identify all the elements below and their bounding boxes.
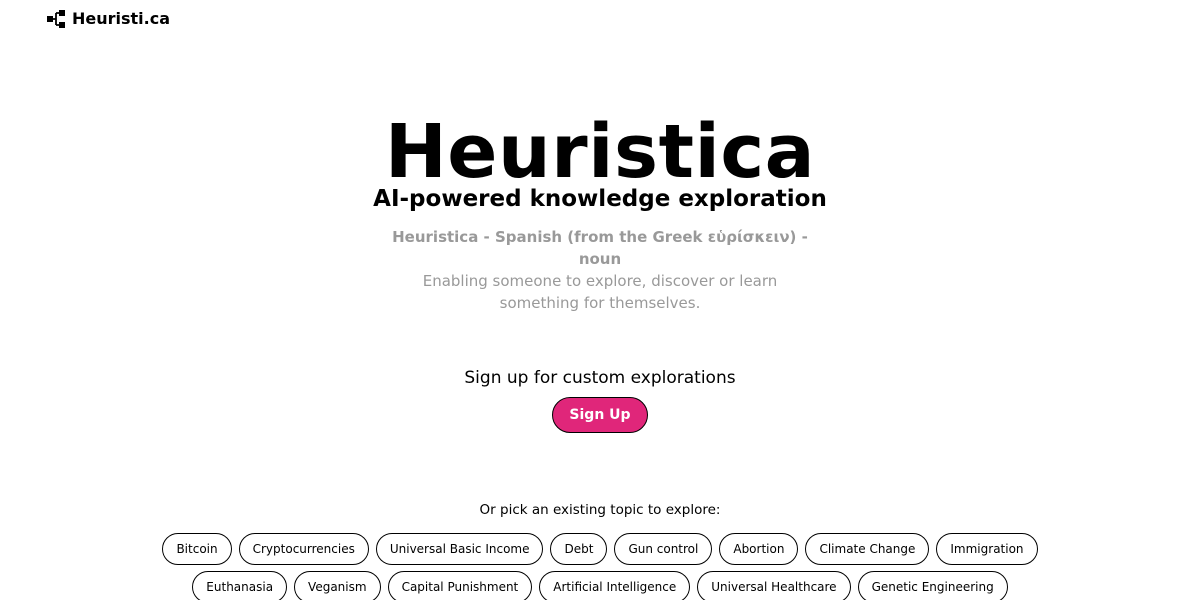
topic-chip[interactable]: Debt [550,533,608,565]
topic-chip[interactable]: Bitcoin [162,533,232,565]
topic-chip[interactable]: Genetic Engineering [857,571,1008,600]
brand-link[interactable]: Heuristi.ca [46,8,170,30]
page-title: Heuristica [384,109,816,195]
definition-text: Enabling someone to explore, discover or… [422,272,778,312]
signup-prompt: Sign up for custom explorations [464,368,736,388]
definition-block: Heuristica - Spanish (from the Greek εὑρ… [385,226,815,314]
topic-chip[interactable]: Euthanasia [192,571,288,600]
topic-chip[interactable]: Capital Punishment [387,571,533,600]
sitemap-icon [47,10,65,28]
topic-chip[interactable]: Gun control [614,533,713,565]
topic-chip[interactable]: Veganism [294,571,381,600]
topic-chip[interactable]: Abortion [719,533,799,565]
topic-chip[interactable]: Universal Healthcare [697,571,851,600]
topic-chip[interactable]: Universal Basic Income [375,533,544,565]
topic-chip[interactable]: Cryptocurrencies [238,533,369,565]
topic-row-2: Euthanasia Veganism Capital Punishment A… [0,571,1200,600]
page-subtitle: AI-powered knowledge exploration [373,186,827,212]
sign-up-button[interactable]: Sign Up [552,397,648,433]
brand-name: Heuristi.ca [72,9,171,28]
topics-prompt: Or pick an existing topic to explore: [479,502,721,518]
topic-chip[interactable]: Immigration [936,533,1038,565]
topic-chip[interactable]: Artificial Intelligence [539,571,691,600]
page: Heuristi.ca Heuristica AI-powered knowle… [0,0,1200,600]
topic-row-1: Bitcoin Cryptocurrencies Universal Basic… [0,533,1200,565]
topic-chip[interactable]: Climate Change [805,533,930,565]
definition-term: Heuristica - Spanish (from the Greek εὑρ… [392,228,808,268]
